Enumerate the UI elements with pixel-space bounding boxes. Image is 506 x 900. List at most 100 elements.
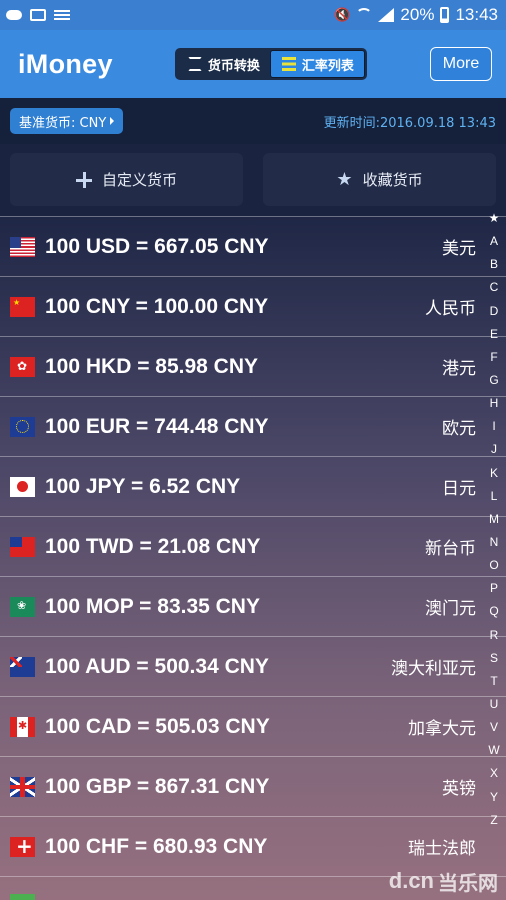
tab-currency-convert-label: 货币转换 [207, 58, 260, 74]
currency-name: 瑞士法郎 [408, 839, 476, 859]
action-buttons: 自定义货币 ★ 收藏货币 [0, 144, 506, 216]
tab-rate-list[interactable]: 汇率列表 [270, 50, 366, 78]
index-letter[interactable]: C [490, 281, 499, 293]
tw-flag-icon [10, 536, 35, 557]
status-right: 🔇 20% 13:43 [334, 5, 498, 25]
app-title: iMoney [18, 48, 113, 79]
currency-name: 港元 [442, 359, 476, 379]
index-letter[interactable]: Q [489, 605, 498, 617]
tab-currency-convert[interactable]: 货币转换 [177, 50, 270, 78]
base-currency-button[interactable]: 基准货币: CNY [10, 108, 124, 134]
rate-text: 100 EUR = 744.48 CNY [45, 414, 269, 438]
rate-text: 100 HKD = 85.98 CNY [45, 354, 259, 378]
rate-text: 100 GBP = 867.31 CNY [45, 774, 270, 798]
rate-row-eur[interactable]: 100 EUR = 744.48 CNY 欧元 [0, 396, 506, 456]
rate-text: 100 CHF = 680.93 CNY [45, 834, 268, 858]
rate-text: 100 CNY = 100.00 CNY [45, 294, 269, 318]
index-letter[interactable]: G [489, 374, 498, 386]
rate-row-gbp[interactable]: 100 GBP = 867.31 CNY 英镑 [0, 756, 506, 816]
plus-icon [75, 171, 92, 188]
au-flag-icon [10, 656, 35, 677]
currency-name: 人民币 [425, 299, 476, 319]
jp-flag-icon [10, 476, 35, 497]
status-left-icons [6, 9, 70, 21]
mo-flag-icon [10, 596, 35, 617]
alphabet-index[interactable]: ★ A B C D E F G H I J K L M N O P Q R S … [482, 212, 506, 826]
index-letter[interactable]: E [490, 328, 498, 340]
index-letter[interactable]: K [490, 467, 498, 479]
partial-flag-icon [10, 894, 35, 900]
gb-flag-icon [10, 776, 35, 797]
currency-name: 加拿大元 [408, 719, 476, 739]
list-bars-icon [281, 57, 296, 71]
cloud-icon [6, 10, 22, 20]
rate-row-twd[interactable]: 100 TWD = 21.08 CNY 新台币 [0, 516, 506, 576]
rate-row-cny[interactable]: 100 CNY = 100.00 CNY 人民币 [0, 276, 506, 336]
ch-flag-icon [10, 836, 35, 857]
rate-text: 100 AUD = 500.34 CNY [45, 654, 269, 678]
image-icon [30, 9, 46, 21]
us-flag-icon [10, 236, 35, 257]
signal-icon [378, 8, 395, 22]
rate-text: 100 JPY = 6.52 CNY [45, 474, 241, 498]
rate-row-cad[interactable]: 100 CAD = 505.03 CNY 加拿大元 [0, 696, 506, 756]
index-letter[interactable]: P [490, 582, 498, 594]
tab-rate-list-label: 汇率列表 [301, 58, 354, 74]
swap-icon [187, 57, 202, 71]
update-time: 更新时间:2016.09.18 13:43 [323, 115, 496, 131]
index-letter[interactable]: ★ [489, 212, 500, 224]
index-letter[interactable]: B [490, 258, 498, 270]
index-letter[interactable]: R [490, 629, 499, 641]
index-letter[interactable]: L [491, 490, 498, 502]
currency-name: 美元 [442, 239, 476, 259]
currency-name: 日元 [442, 479, 476, 499]
index-letter[interactable]: O [489, 559, 498, 571]
rate-row-usd[interactable]: 100 USD = 667.05 CNY 美元 [0, 216, 506, 276]
more-button[interactable]: More [430, 47, 492, 81]
view-switcher: 货币转换 汇率列表 [175, 48, 368, 80]
index-letter[interactable]: J [491, 443, 497, 455]
ca-flag-icon [10, 716, 35, 737]
index-letter[interactable]: Z [490, 814, 497, 826]
rate-text: 100 TWD = 21.08 CNY [45, 534, 261, 558]
index-letter[interactable]: F [490, 351, 497, 363]
favorite-currency-button[interactable]: ★ 收藏货币 [263, 153, 496, 206]
index-letter[interactable]: W [488, 744, 499, 756]
base-currency-label: 基准货币: CNY [19, 115, 107, 131]
index-letter[interactable]: U [490, 698, 499, 710]
index-letter[interactable]: H [490, 397, 499, 409]
watermark-text: d.cn [388, 868, 434, 893]
currency-name: 新台币 [425, 539, 476, 559]
index-letter[interactable]: X [490, 767, 498, 779]
index-letter[interactable]: V [490, 721, 498, 733]
index-letter[interactable]: M [489, 513, 499, 525]
rate-row-mop[interactable]: 100 MOP = 83.35 CNY 澳门元 [0, 576, 506, 636]
rate-row-aud[interactable]: 100 AUD = 500.34 CNY 澳大利亚元 [0, 636, 506, 696]
rate-list: 100 USD = 667.05 CNY 美元 100 CNY = 100.00… [0, 216, 506, 900]
wifi-icon [356, 8, 373, 22]
rate-text: 100 MOP = 83.35 CNY [45, 594, 260, 618]
star-icon: ★ [336, 168, 353, 190]
rate-row-hkd[interactable]: 100 HKD = 85.98 CNY 港元 [0, 336, 506, 396]
watermark-cn: 当乐网 [438, 872, 498, 895]
mute-icon: 🔇 [334, 7, 351, 22]
index-letter[interactable]: S [490, 652, 498, 664]
index-letter[interactable]: N [490, 536, 499, 548]
info-bar: 基准货币: CNY 更新时间:2016.09.18 13:43 [0, 98, 506, 144]
battery-percent: 20% [400, 5, 435, 24]
status-time: 13:43 [455, 5, 498, 24]
list-icon [54, 10, 70, 20]
currency-name: 欧元 [442, 419, 476, 439]
favorite-currency-label: 收藏货币 [362, 171, 423, 189]
rate-row-jpy[interactable]: 100 JPY = 6.52 CNY 日元 [0, 456, 506, 516]
status-bar: 🔇 20% 13:43 [0, 0, 506, 30]
index-letter[interactable]: Y [490, 791, 498, 803]
index-letter[interactable]: D [490, 305, 499, 317]
custom-currency-button[interactable]: 自定义货币 [10, 153, 243, 206]
index-letter[interactable]: A [490, 235, 498, 247]
hk-flag-icon [10, 356, 35, 377]
app-bar: iMoney 货币转换 汇率列表 More [0, 30, 506, 98]
index-letter[interactable]: I [492, 420, 495, 432]
index-letter[interactable]: T [490, 675, 497, 687]
currency-name: 英镑 [442, 779, 476, 799]
